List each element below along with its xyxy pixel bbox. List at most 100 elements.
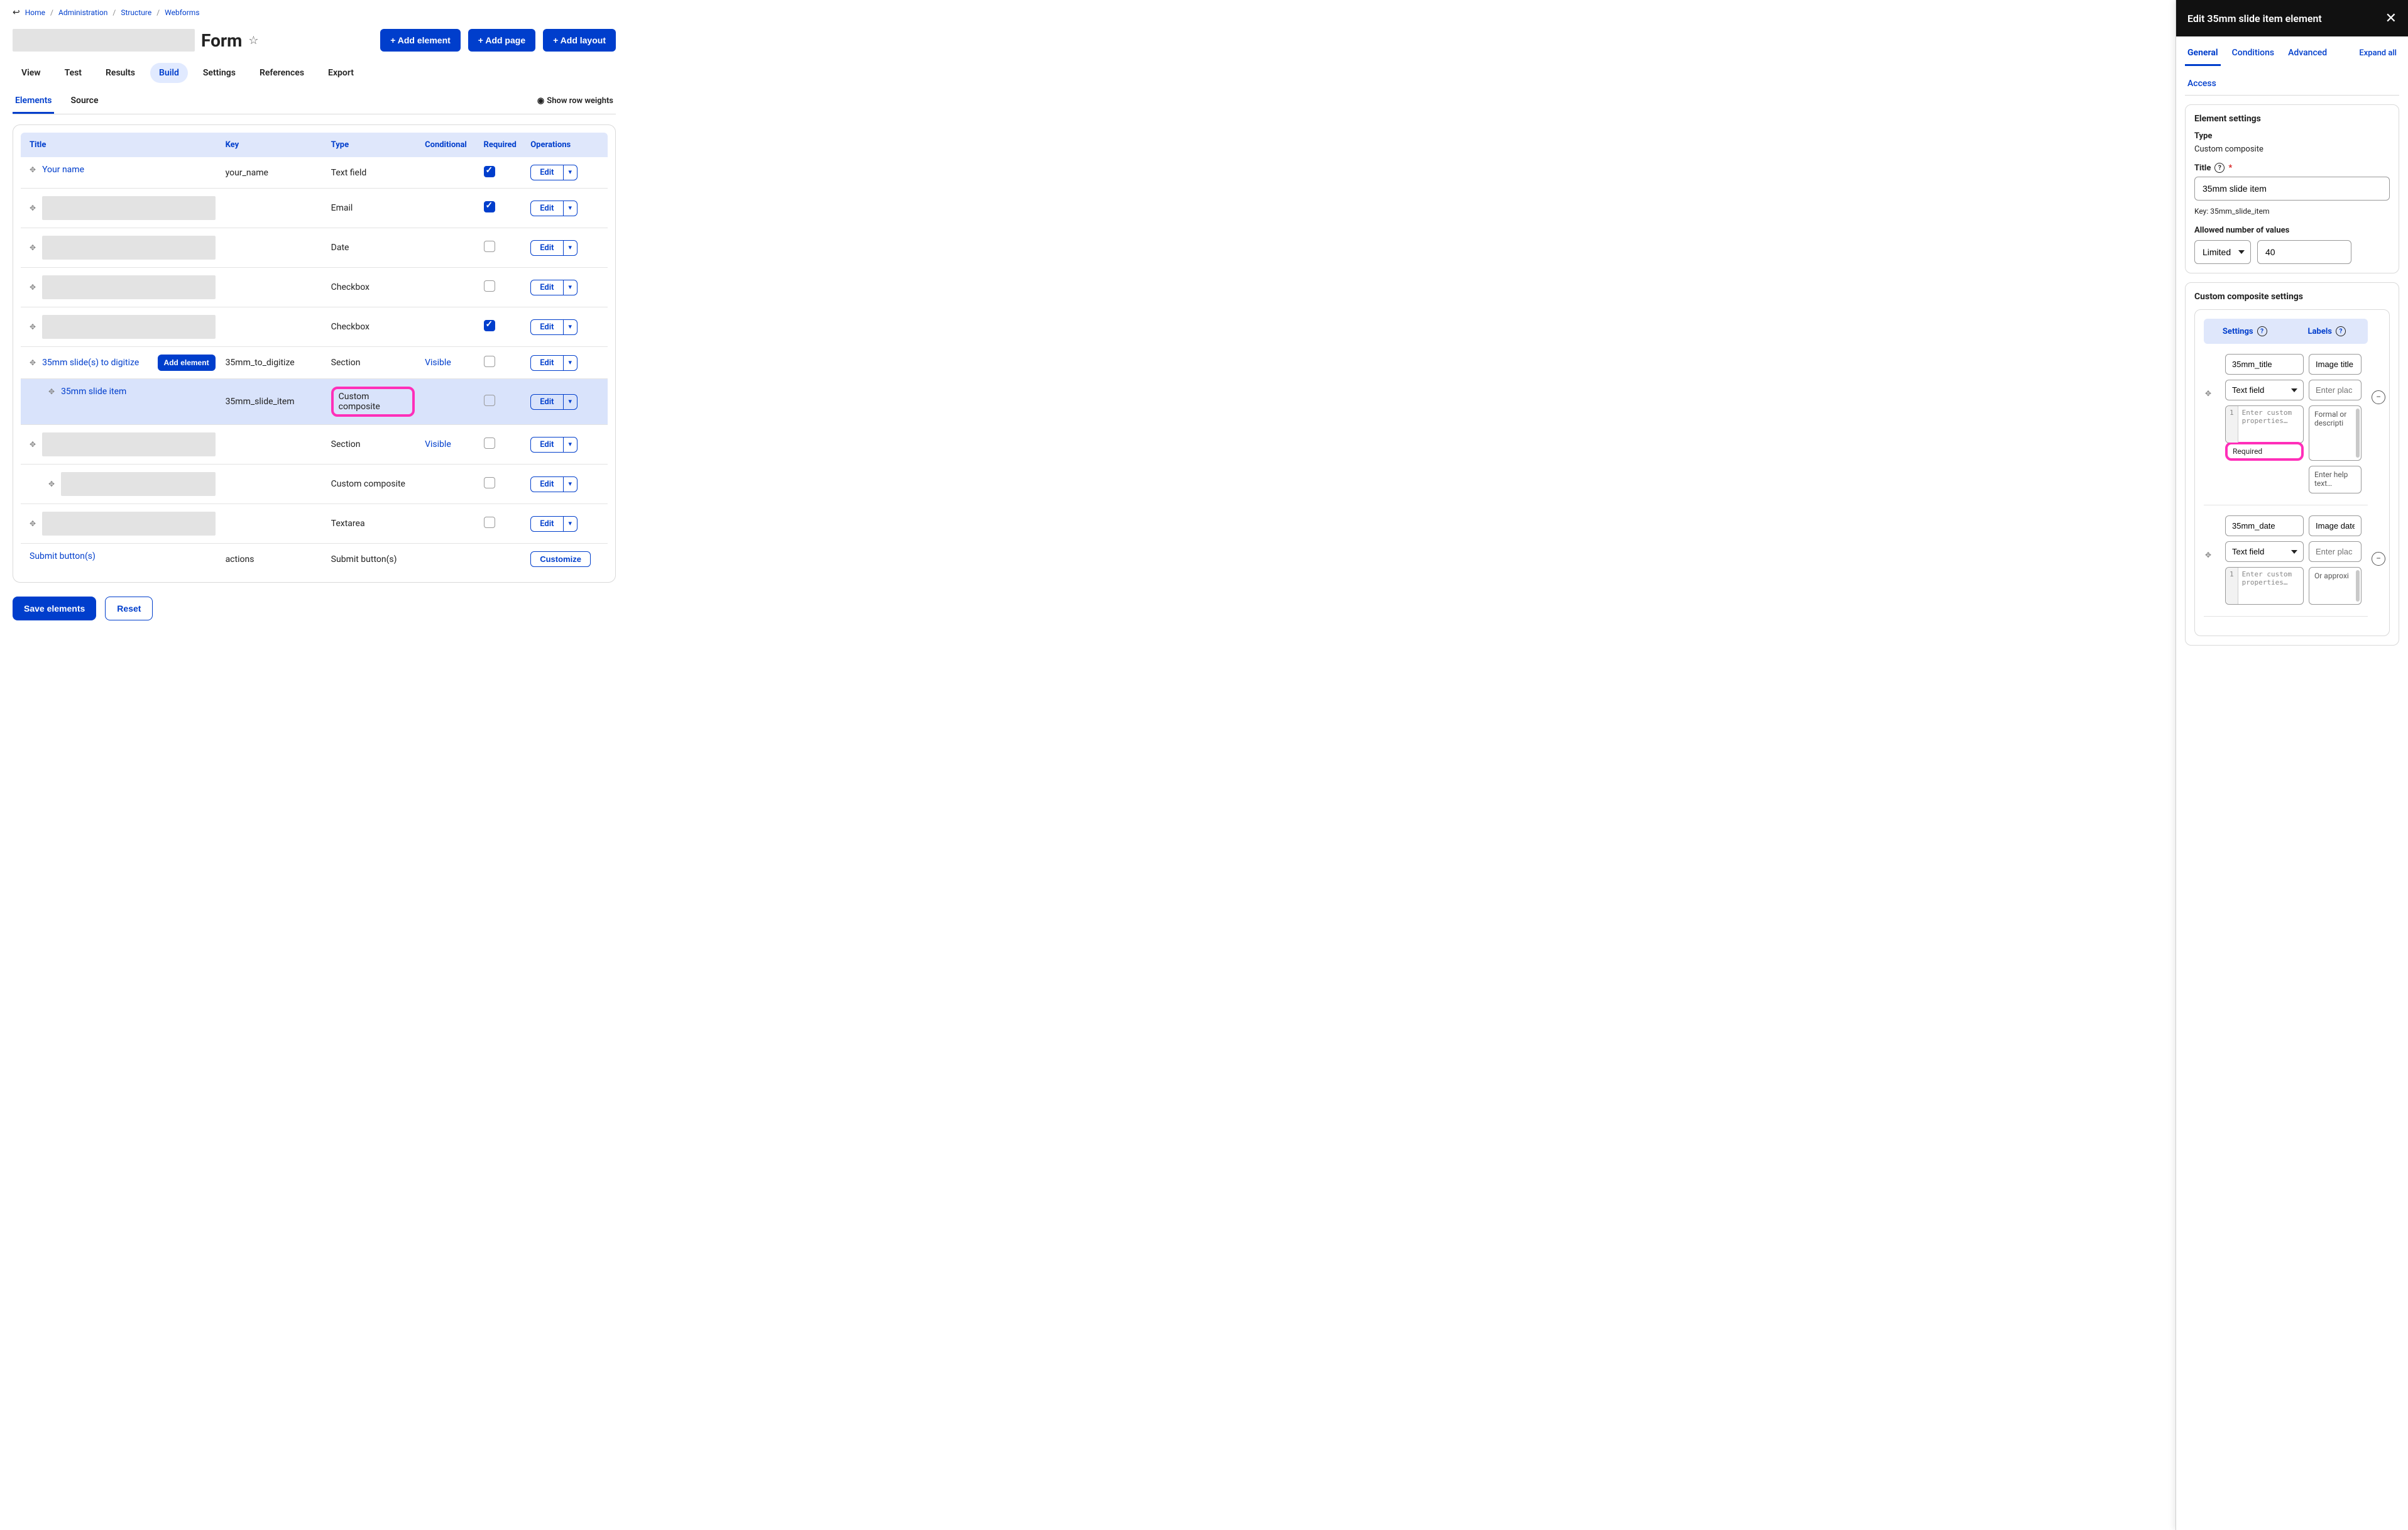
chevron-down-icon[interactable]: ▾ [563,280,577,295]
submit-buttons-link[interactable]: Submit button(s) [30,551,96,561]
composite-help-box[interactable]: Enter help text… [2309,466,2361,493]
help-icon[interactable]: ? [2214,163,2225,173]
chevron-down-icon[interactable]: ▾ [563,356,577,370]
required-checkbox[interactable] [484,320,495,331]
edit-split-button[interactable]: Edit▾ [530,476,577,492]
composite-desc-box[interactable]: Or approxi [2309,567,2361,605]
chevron-down-icon[interactable]: ▾ [563,438,577,452]
chevron-down-icon[interactable]: ▾ [563,165,577,180]
chevron-down-icon[interactable]: ▾ [563,241,577,255]
primary-tab-export[interactable]: Export [319,63,363,83]
th-required[interactable]: Required [479,133,526,157]
drag-handle-icon[interactable]: ✥ [30,243,36,252]
required-checkbox[interactable] [484,517,495,528]
panel-tab-access[interactable]: Access [2185,75,2399,95]
edit-split-button[interactable]: Edit▾ [530,240,577,256]
element-title-link[interactable]: Your name [42,165,84,175]
composite-key-input[interactable] [2225,515,2304,536]
title-input[interactable] [2194,177,2390,201]
drag-handle-icon[interactable]: ✥ [2205,551,2211,559]
edit-split-button[interactable]: Edit▾ [530,280,577,295]
primary-tab-results[interactable]: Results [97,63,144,83]
element-title-link[interactable]: 35mm slide(s) to digitize [42,358,139,368]
composite-tab-settings[interactable]: Settings ? [2204,319,2286,344]
help-icon[interactable]: ? [2336,326,2346,336]
secondary-tab-source[interactable]: Source [68,92,101,114]
edit-split-button[interactable]: Edit▾ [530,319,577,335]
edit-split-button[interactable]: Edit▾ [530,165,577,180]
composite-desc-box[interactable]: Formal or descripti [2309,405,2361,461]
required-checkbox[interactable] [484,477,495,488]
save-elements-button[interactable]: Save elements [13,597,96,620]
primary-tab-build[interactable]: Build [150,63,188,83]
edit-split-button[interactable]: Edit▾ [530,355,577,371]
add-element-button[interactable]: + Add element [380,29,461,52]
add-layout-button[interactable]: + Add layout [543,29,616,52]
star-icon[interactable]: ☆ [248,34,258,47]
close-icon[interactable]: ✕ [2385,10,2397,26]
drag-handle-icon[interactable]: ✥ [30,519,36,528]
drag-handle-icon[interactable]: ✥ [30,165,36,174]
help-icon[interactable]: ? [2257,326,2267,336]
required-checkbox[interactable] [484,395,495,406]
panel-tab-general[interactable]: General [2185,44,2221,66]
primary-tab-view[interactable]: View [13,63,50,83]
drag-handle-icon[interactable]: ✥ [48,387,55,396]
chevron-down-icon[interactable]: ▾ [563,477,577,492]
composite-placeholder-input[interactable] [2309,541,2361,562]
edit-split-button[interactable]: Edit▾ [530,516,577,532]
allowed-mode-select[interactable]: Limited [2194,240,2251,264]
composite-key-input[interactable] [2225,354,2304,375]
edit-split-button[interactable]: Edit▾ [530,394,577,410]
remove-icon[interactable]: − [2372,552,2385,566]
drag-handle-icon[interactable]: ✥ [30,283,36,292]
show-row-weights-link[interactable]: ◉ Show row weights [535,92,616,114]
th-key[interactable]: Key [221,133,326,157]
th-title[interactable]: Title [21,133,221,157]
secondary-tab-elements[interactable]: Elements [13,92,54,114]
add-element-inline-button[interactable]: Add element [158,355,216,371]
drag-handle-icon[interactable]: ✥ [30,358,36,367]
composite-properties-code[interactable]: 1 Enter custom properties… [2225,567,2304,605]
composite-properties-code[interactable]: 1 Enter custom properties… [2225,405,2304,443]
crumb-structure[interactable]: Structure [121,8,151,17]
required-checkbox[interactable] [484,356,495,367]
edit-split-button[interactable]: Edit▾ [530,201,577,216]
panel-tab-advanced[interactable]: Advanced [2285,44,2329,64]
required-checkbox[interactable] [484,280,495,292]
crumb-webforms[interactable]: Webforms [165,8,199,17]
required-checkbox[interactable] [484,166,495,177]
composite-type-select[interactable]: Text field [2225,541,2304,562]
element-title-link[interactable]: 35mm slide item [61,387,126,397]
drag-handle-icon[interactable]: ✥ [30,440,36,449]
required-checkbox[interactable] [484,201,495,212]
drag-handle-icon[interactable]: ✥ [30,204,36,212]
composite-label-input[interactable] [2309,354,2361,375]
th-type[interactable]: Type [326,133,420,157]
conditional-link[interactable]: Visible [425,358,451,368]
drag-handle-icon[interactable]: ✥ [30,322,36,331]
primary-tab-test[interactable]: Test [56,63,90,83]
primary-tab-settings[interactable]: Settings [194,63,244,83]
conditional-link[interactable]: Visible [425,439,451,449]
th-operations[interactable]: Operations [525,133,608,157]
chevron-down-icon[interactable]: ▾ [563,320,577,334]
required-checkbox[interactable] [484,241,495,252]
add-page-button[interactable]: + Add page [468,29,535,52]
primary-tab-references[interactable]: References [251,63,313,83]
composite-type-select[interactable]: Text field [2225,380,2304,400]
drag-handle-icon[interactable]: ✥ [48,480,55,488]
required-checkbox[interactable] [484,438,495,449]
composite-label-input[interactable] [2309,515,2361,536]
customize-button[interactable]: Customize [530,551,591,567]
reset-button[interactable]: Reset [105,597,153,620]
expand-all-link[interactable]: Expand all [2356,45,2399,64]
chevron-down-icon[interactable]: ▾ [563,517,577,531]
edit-split-button[interactable]: Edit▾ [530,437,577,453]
crumb-admin[interactable]: Administration [58,8,107,17]
chevron-down-icon[interactable]: ▾ [563,395,577,409]
back-icon[interactable]: ↩ [13,8,20,18]
crumb-home[interactable]: Home [25,8,45,17]
panel-tab-conditions[interactable]: Conditions [2230,44,2277,64]
th-conditional[interactable]: Conditional [420,133,478,157]
